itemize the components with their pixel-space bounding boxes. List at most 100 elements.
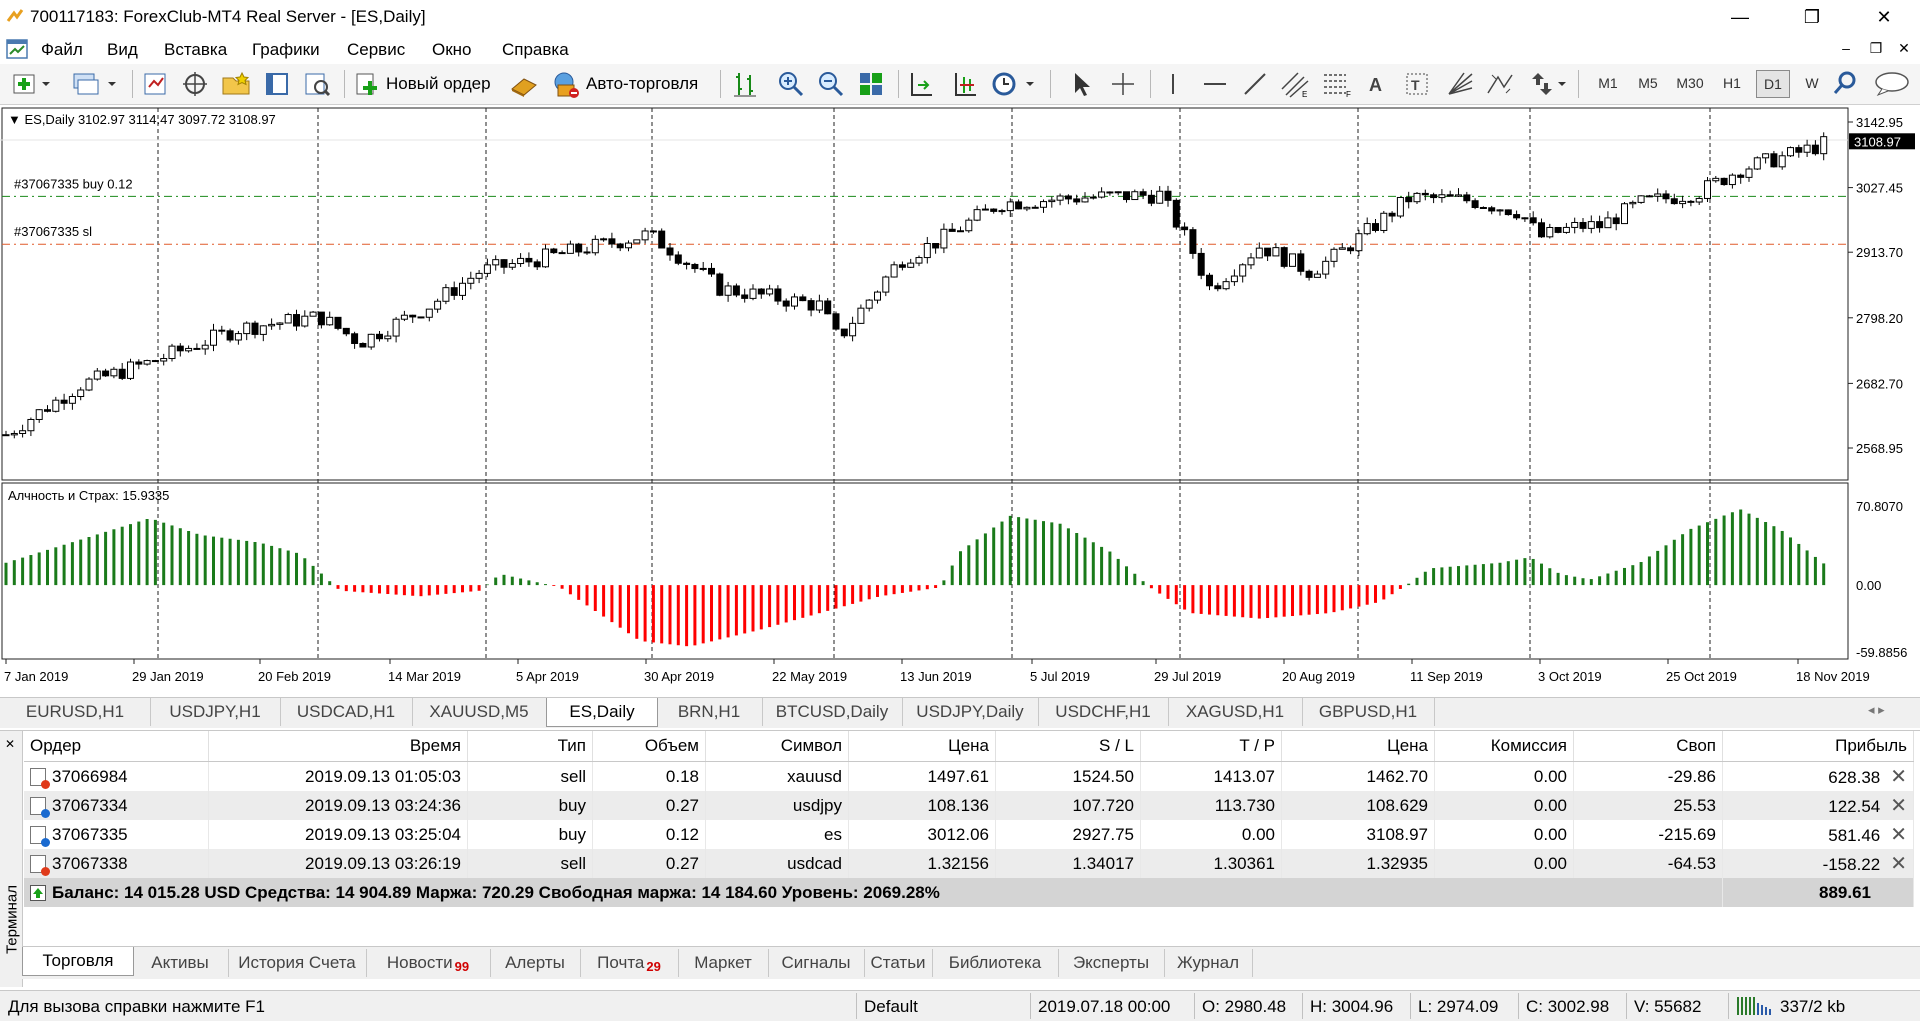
terminal-tab[interactable]: Эксперты <box>1058 949 1165 977</box>
andrews-pitchfork-icon[interactable] <box>1484 69 1518 99</box>
terminal-window-icon[interactable] <box>262 69 292 99</box>
trendline-icon[interactable] <box>1240 69 1270 99</box>
close-order-icon[interactable]: ✕ <box>1880 853 1907 875</box>
terminal-tab[interactable]: История Счета <box>228 949 367 977</box>
metaeditor-icon[interactable] <box>508 69 540 99</box>
chart-tab[interactable]: USDJPY,H1 <box>150 698 281 726</box>
table-row[interactable]: 37067338 2019.09.13 03:26:19 sell 0.27 usdca… <box>24 849 1914 878</box>
timeframe-d1[interactable]: D1 <box>1756 70 1790 98</box>
column-header[interactable]: T / P <box>1140 731 1282 762</box>
terminal-tab[interactable]: Почта 29 <box>580 949 679 977</box>
terminal-tab[interactable]: Библиотека <box>932 949 1059 977</box>
bar-chart-icon[interactable] <box>730 69 760 99</box>
mdi-close-button[interactable]: ✕ <box>1894 40 1914 57</box>
terminal-tab[interactable]: Торговля <box>22 947 134 976</box>
autoscroll-icon[interactable] <box>950 69 980 99</box>
navigator-folder-icon[interactable] <box>220 69 252 99</box>
horizontal-line-icon[interactable] <box>1200 69 1230 99</box>
chart-tab[interactable]: EURUSD,H1 <box>0 698 151 726</box>
zoom-out-icon[interactable] <box>816 69 846 99</box>
column-header[interactable]: S / L <box>995 731 1141 762</box>
timeframe-w1[interactable]: W <box>1796 75 1828 91</box>
terminal-tab[interactable]: Журнал <box>1164 949 1253 977</box>
menu-charts[interactable]: Графики <box>252 40 320 60</box>
chart-tab[interactable]: BTCUSD,Daily <box>762 698 903 726</box>
timeframe-m30[interactable]: M30 <box>1674 75 1706 91</box>
gann-fan-icon[interactable] <box>1444 69 1478 99</box>
equidistant-channel-icon[interactable]: E <box>1278 69 1312 99</box>
menu-file[interactable]: Файл <box>41 40 83 60</box>
chart-tab[interactable]: USDCAD,H1 <box>280 698 413 726</box>
terminal-tab[interactable]: Статьи <box>864 949 933 977</box>
tab-scroll-arrows-icon[interactable]: ◂ ▸ <box>1868 702 1885 718</box>
chart-shift-icon[interactable] <box>906 69 936 99</box>
close-order-icon[interactable]: ✕ <box>1880 824 1907 846</box>
terminal-tab[interactable]: Алерты <box>490 949 581 977</box>
close-order-icon[interactable]: ✕ <box>1880 795 1907 817</box>
text-tool-icon[interactable]: A <box>1364 69 1390 99</box>
new-order-icon[interactable] <box>352 69 382 99</box>
column-header[interactable]: Прибыль <box>1722 731 1914 762</box>
column-header[interactable]: Символ <box>705 731 849 762</box>
periods-clock-icon[interactable] <box>990 69 1040 99</box>
column-header[interactable]: Цена <box>848 731 996 762</box>
timeframe-h1[interactable]: H1 <box>1716 75 1748 91</box>
autotrading-icon[interactable] <box>550 69 582 99</box>
strategy-tester-icon[interactable] <box>302 69 332 99</box>
chart-tab[interactable]: XAGUSD,H1 <box>1168 698 1303 726</box>
crosshair-icon[interactable] <box>1108 69 1138 99</box>
chart-tab[interactable]: ES,Daily <box>546 698 658 727</box>
chart-tab[interactable]: GBPUSD,H1 <box>1302 698 1435 726</box>
column-header[interactable]: Цена <box>1281 731 1435 762</box>
table-row[interactable]: 37067334 2019.09.13 03:24:36 buy 0.27 usdjpy… <box>24 791 1914 820</box>
column-header[interactable]: Комиссия <box>1434 731 1574 762</box>
maximize-button[interactable]: ❐ <box>1784 0 1840 34</box>
chat-bubble-icon[interactable] <box>1872 69 1912 99</box>
timeframe-m1[interactable]: M1 <box>1592 75 1624 91</box>
menu-view[interactable]: Вид <box>107 40 138 60</box>
crosshair-nav-icon[interactable] <box>180 69 210 99</box>
candle-body <box>400 314 408 320</box>
menu-tools[interactable]: Сервис <box>347 40 405 60</box>
chart-tab[interactable]: USDCHF,H1 <box>1038 698 1169 726</box>
menu-window[interactable]: Окно <box>432 40 472 60</box>
table-row[interactable]: 37066984 2019.09.13 01:05:03 sell 0.18 xauus… <box>24 761 1914 791</box>
vertical-line-icon[interactable] <box>1160 69 1186 99</box>
column-header[interactable]: Своп <box>1573 731 1723 762</box>
minimize-button[interactable]: — <box>1712 0 1768 34</box>
terminal-tab[interactable]: Маркет <box>678 949 769 977</box>
arrows-tool-icon[interactable] <box>1528 69 1568 99</box>
menu-help[interactable]: Справка <box>502 40 569 60</box>
mdi-restore-button[interactable]: ❐ <box>1866 40 1886 57</box>
tile-windows-icon[interactable] <box>856 69 886 99</box>
fibonacci-icon[interactable]: F <box>1320 69 1354 99</box>
market-watch-icon[interactable] <box>140 69 170 99</box>
new-chart-icon[interactable] <box>10 69 54 99</box>
terminal-tab[interactable]: Новости 99 <box>366 949 491 977</box>
price-chart[interactable]: #37067335 buy 0.12 #37067335 sl ▼ ES,Daily… <box>0 106 1920 696</box>
terminal-tab[interactable]: Сигналы <box>768 949 865 977</box>
column-header[interactable]: Время <box>208 731 468 762</box>
terminal-tab[interactable]: Активы <box>132 949 229 977</box>
column-header[interactable]: Ордер <box>24 731 209 762</box>
chart-tab[interactable]: BRN,H1 <box>656 698 763 726</box>
column-header[interactable]: Тип <box>467 731 593 762</box>
timeframe-m5[interactable]: M5 <box>1632 75 1664 91</box>
new-order-button[interactable]: Новый ордер <box>386 74 491 94</box>
column-header[interactable]: Объем <box>592 731 706 762</box>
close-order-icon[interactable]: ✕ <box>1880 766 1907 788</box>
mdi-minimize-button[interactable]: – <box>1836 40 1856 56</box>
close-window-button[interactable]: ✕ <box>1856 0 1912 34</box>
cursor-icon[interactable] <box>1068 69 1094 99</box>
chart-tab[interactable]: USDJPY,Daily <box>902 698 1039 726</box>
zoom-in-icon[interactable] <box>776 69 806 99</box>
terminal-close-icon[interactable]: ✕ <box>5 737 15 751</box>
search-icon[interactable] <box>1830 69 1860 99</box>
text-label-icon[interactable]: T <box>1402 69 1432 99</box>
autotrading-button[interactable]: Авто-торговля <box>586 74 698 94</box>
chart-window-icon[interactable] <box>6 38 28 60</box>
table-row[interactable]: 37067335 2019.09.13 03:25:04 buy 0.12 es 3012… <box>24 820 1914 849</box>
menu-insert[interactable]: Вставка <box>164 40 227 60</box>
chart-tab[interactable]: XAUUSD,M5 <box>412 698 547 726</box>
profiles-icon[interactable] <box>70 69 120 99</box>
